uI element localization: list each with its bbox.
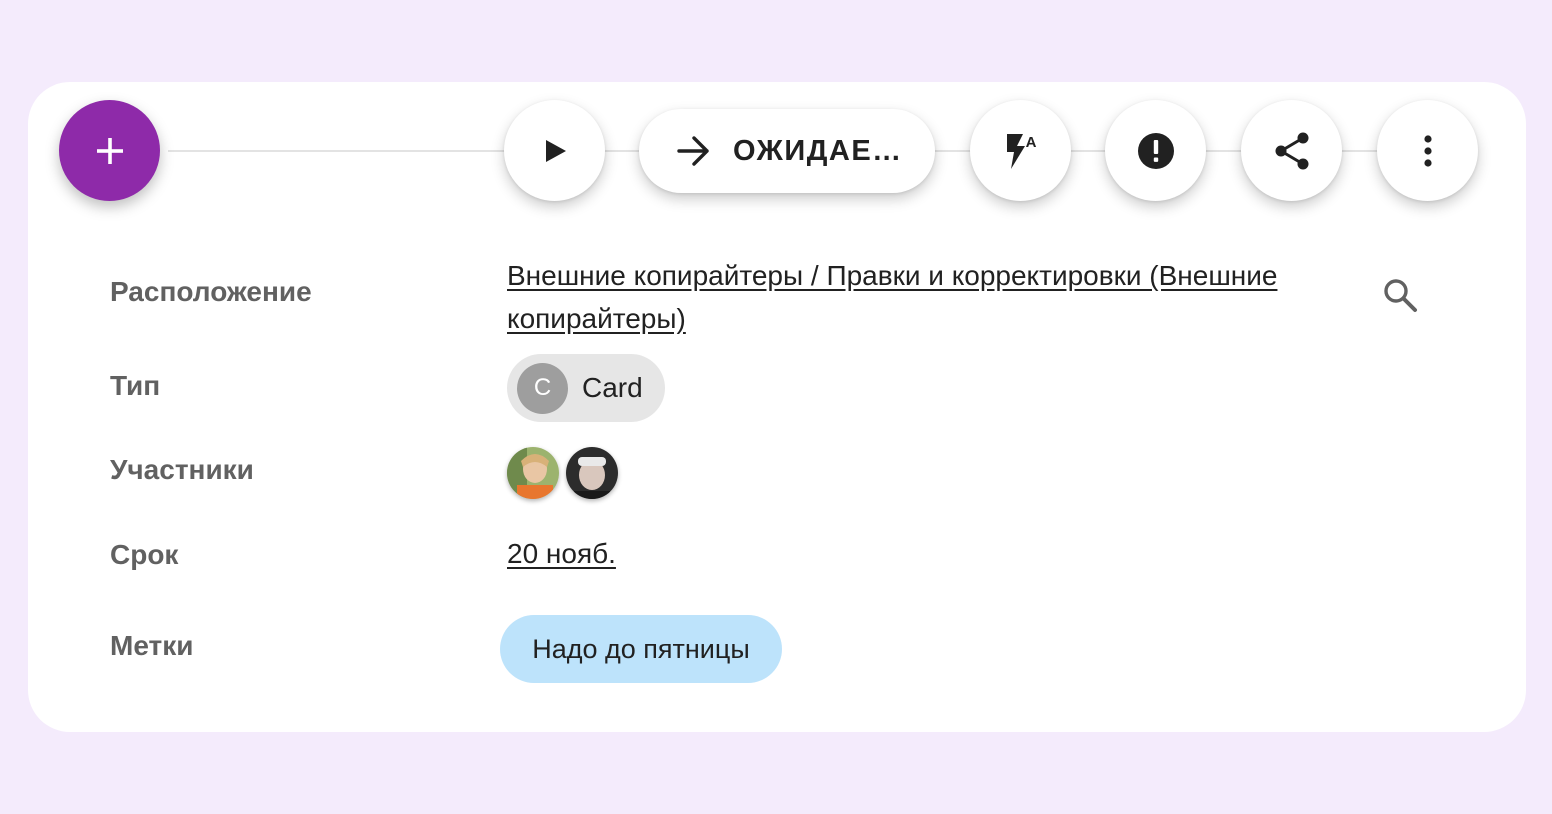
tag-chip[interactable]: Надо до пятницы — [500, 615, 782, 683]
location-search-button[interactable] — [1380, 275, 1420, 315]
type-chip[interactable]: C Card — [507, 354, 665, 422]
member-avatar[interactable] — [507, 447, 559, 499]
due-label: Срок — [110, 539, 179, 570]
play-button[interactable] — [504, 100, 605, 201]
card-details-panel: ОЖИДАЕ… A Расположение Внешние копирайте… — [28, 82, 1526, 732]
priority-button[interactable] — [1105, 100, 1206, 201]
type-label: Тип — [110, 370, 161, 401]
alert-circle-icon — [1137, 132, 1175, 170]
automation-letter: A — [1025, 134, 1036, 151]
tags-label: Метки — [110, 630, 194, 661]
type-value: Card — [582, 372, 643, 403]
members-label: Участники — [110, 454, 254, 485]
member-avatar[interactable] — [566, 447, 618, 499]
add-button[interactable] — [59, 100, 160, 201]
location-label: Расположение — [110, 276, 312, 307]
due-date-link[interactable]: 20 нояб. — [507, 538, 616, 570]
share-icon — [1274, 132, 1310, 170]
search-icon — [1382, 277, 1418, 313]
arrow-right-icon — [677, 136, 711, 166]
automation-button[interactable]: A — [970, 100, 1071, 201]
status-label: ОЖИДАЕ… — [733, 134, 903, 167]
type-avatar: C — [517, 362, 568, 414]
location-link[interactable]: Внешние копирайтеры / Правки и корректир… — [507, 254, 1377, 340]
status-button[interactable]: ОЖИДАЕ… — [639, 109, 935, 193]
flash-auto-icon: A — [1001, 131, 1041, 171]
play-icon — [542, 138, 568, 164]
share-button[interactable] — [1241, 100, 1342, 201]
more-vertical-icon — [1423, 134, 1433, 168]
more-options-button[interactable] — [1377, 100, 1478, 201]
plus-icon — [95, 136, 125, 166]
